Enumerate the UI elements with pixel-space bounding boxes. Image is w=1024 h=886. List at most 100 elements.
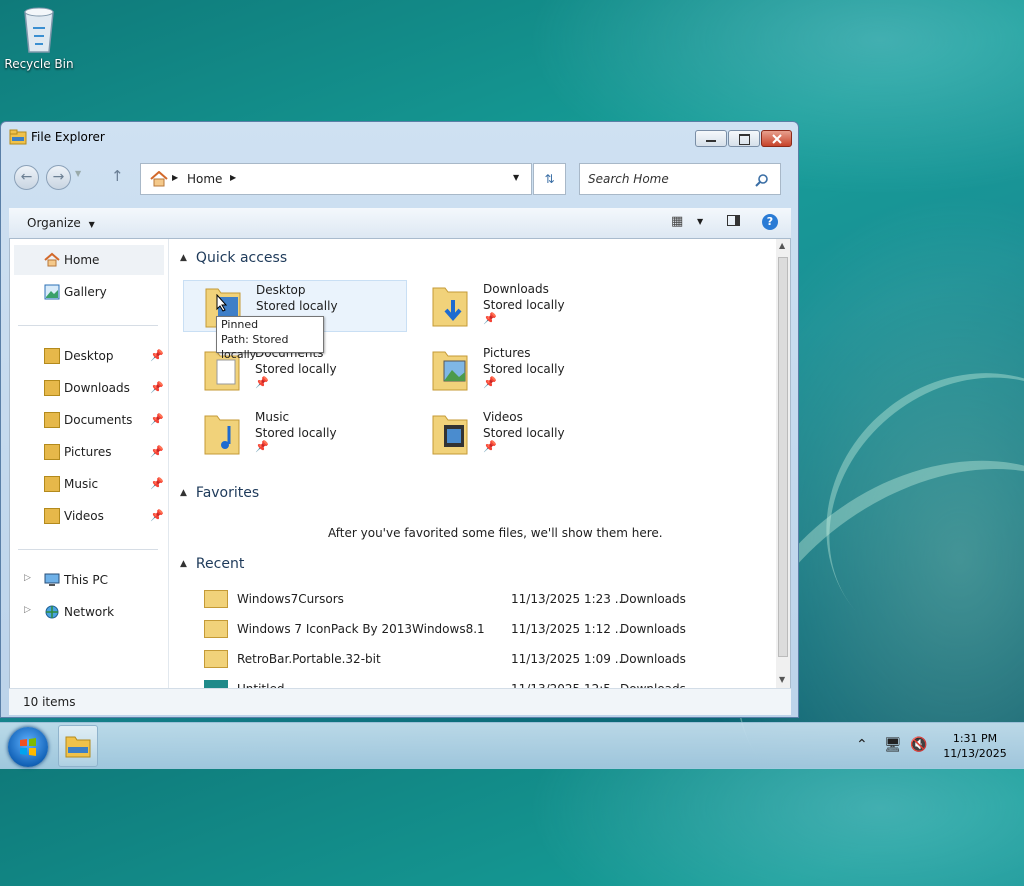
- close-icon: [772, 134, 782, 144]
- sidebar-item-home[interactable]: Home: [14, 245, 164, 275]
- forward-button[interactable]: →: [46, 165, 71, 190]
- breadcrumb-home[interactable]: Home: [187, 172, 222, 186]
- maximize-button[interactable]: [728, 130, 760, 147]
- help-icon[interactable]: ?: [762, 214, 778, 230]
- pin-icon[interactable]: 📌: [150, 477, 164, 491]
- up-arrow-icon[interactable]: ↑: [111, 167, 124, 185]
- pin-icon[interactable]: 📌: [150, 413, 164, 427]
- pin-icon[interactable]: 📌: [150, 349, 164, 363]
- sidebar-item-label: Pictures: [64, 445, 112, 459]
- sidebar-item-this-pc[interactable]: ▷ This PC: [14, 565, 164, 595]
- windows-logo-icon: [20, 738, 36, 756]
- recent-heading: Recent: [195, 556, 245, 572]
- refresh-button[interactable]: ⇅: [533, 163, 566, 195]
- pictures-folder-icon: [44, 444, 60, 460]
- pin-icon: 📌: [483, 440, 497, 453]
- folder-icon: [204, 620, 228, 638]
- recycle-bin-label: Recycle Bin: [4, 57, 74, 71]
- quick-access-music[interactable]: Music Stored locally 📌: [183, 408, 407, 460]
- taskbar-file-explorer[interactable]: [58, 725, 98, 767]
- address-row: ← → ▼ ↑ ▶ Home ▶ ▼ ⇅ Search Home: [1, 156, 798, 196]
- downloads-folder-icon: [44, 380, 60, 396]
- start-button[interactable]: [8, 727, 48, 767]
- scrollbar-thumb[interactable]: [778, 257, 788, 657]
- view-dropdown-icon[interactable]: ▼: [697, 217, 703, 226]
- expand-icon[interactable]: ▷: [24, 573, 31, 583]
- tile-name: Videos: [483, 410, 523, 424]
- scroll-down-icon[interactable]: ▼: [779, 675, 785, 684]
- sidebar-item-label: Gallery: [64, 285, 107, 299]
- home-icon: [44, 252, 60, 267]
- sidebar-item-label: Documents: [64, 413, 133, 427]
- recent-locations-chevron-icon[interactable]: ▼: [75, 169, 81, 178]
- recent-header[interactable]: ▲ Recent: [180, 556, 244, 572]
- close-button[interactable]: [761, 130, 792, 147]
- breadcrumb-chevron-icon[interactable]: ▶: [172, 173, 178, 182]
- search-input[interactable]: Search Home: [588, 172, 669, 186]
- back-arrow-icon: ←: [20, 169, 33, 185]
- recent-date: 11/13/2025 1:23 ...: [511, 592, 627, 606]
- quick-access-videos[interactable]: Videos Stored locally 📌: [411, 408, 635, 460]
- tile-name: Desktop: [256, 283, 306, 297]
- sidebar-item-documents[interactable]: Documents 📌: [14, 405, 164, 435]
- organize-button[interactable]: Organize ▼: [27, 216, 95, 230]
- favorites-heading: Favorites: [195, 485, 260, 501]
- sidebar-item-desktop[interactable]: Desktop 📌: [14, 341, 164, 371]
- sidebar-item-label: Network: [64, 605, 115, 619]
- pin-icon[interactable]: 📌: [150, 381, 164, 395]
- address-dropdown-icon[interactable]: ▼: [513, 173, 519, 182]
- network-status-icon[interactable]: 🖥: [884, 737, 902, 753]
- breadcrumb-chevron-icon[interactable]: ▶: [230, 173, 236, 182]
- sidebar-item-music[interactable]: Music 📌: [14, 469, 164, 499]
- sidebar-item-label: This PC: [64, 573, 108, 587]
- clock-date: 11/13/2025: [943, 747, 1007, 760]
- tile-status: Stored locally: [255, 362, 337, 376]
- videos-folder-icon: [432, 415, 468, 455]
- pictures-folder-icon: [432, 351, 468, 391]
- recycle-bin-shortcut[interactable]: Recycle Bin: [2, 6, 76, 71]
- downloads-folder-icon: [432, 287, 468, 327]
- view-options-icon[interactable]: ▦: [671, 214, 683, 229]
- preview-pane-icon[interactable]: [727, 215, 740, 226]
- quick-access-pictures[interactable]: Pictures Stored locally 📌: [411, 344, 635, 396]
- chevron-down-icon: ▼: [88, 220, 95, 229]
- mouse-cursor-icon: [216, 294, 228, 312]
- documents-folder-icon: [44, 412, 60, 428]
- tile-status: Stored locally: [483, 362, 565, 376]
- sidebar-item-downloads[interactable]: Downloads 📌: [14, 373, 164, 403]
- quick-access-header[interactable]: ▲ Quick access: [180, 250, 287, 266]
- quick-access-downloads[interactable]: Downloads Stored locally 📌: [411, 280, 635, 332]
- title-bar[interactable]: File Explorer: [1, 122, 798, 152]
- show-hidden-icons-chevron-icon[interactable]: ⌃: [856, 737, 868, 753]
- tile-name: Pictures: [483, 346, 531, 360]
- sidebar-item-label: Desktop: [64, 349, 114, 363]
- vertical-scrollbar[interactable]: ▲ ▼: [776, 239, 790, 689]
- minimize-button[interactable]: [695, 130, 727, 147]
- pin-icon: 📌: [255, 376, 269, 389]
- clock[interactable]: 1:31 PM 11/13/2025: [940, 731, 1010, 761]
- sidebar-item-network[interactable]: ▷ Network: [14, 597, 164, 627]
- recent-location: Downloads: [620, 652, 686, 666]
- sidebar-item-gallery[interactable]: Gallery: [14, 277, 164, 307]
- expand-icon[interactable]: ▷: [24, 605, 31, 615]
- content-area: Home Gallery Desktop 📌 Downloads 📌 Docum…: [9, 238, 791, 700]
- table-row[interactable]: RetroBar.Portable.32-bit 11/13/2025 1:09…: [180, 644, 760, 674]
- table-row[interactable]: Windows 7 IconPack By 2013Windows8.1 11/…: [180, 614, 760, 644]
- pin-icon: 📌: [483, 376, 497, 389]
- volume-icon[interactable]: 🔇: [910, 737, 927, 753]
- sidebar-item-label: Downloads: [64, 381, 130, 395]
- recent-date: 11/13/2025 1:12 ...: [511, 622, 627, 636]
- pin-icon[interactable]: 📌: [150, 445, 164, 459]
- search-box[interactable]: Search Home: [579, 163, 781, 195]
- search-icon: [755, 174, 768, 187]
- pin-icon[interactable]: 📌: [150, 509, 164, 523]
- folder-icon: [204, 590, 228, 608]
- address-bar[interactable]: ▶ Home ▶ ▼: [140, 163, 532, 195]
- tooltip-line: Pinned: [221, 318, 259, 331]
- back-button[interactable]: ←: [14, 165, 39, 190]
- sidebar-item-videos[interactable]: Videos 📌: [14, 501, 164, 531]
- scroll-up-icon[interactable]: ▲: [779, 241, 785, 250]
- sidebar-item-pictures[interactable]: Pictures 📌: [14, 437, 164, 467]
- favorites-header[interactable]: ▲ Favorites: [180, 485, 259, 501]
- table-row[interactable]: Windows7Cursors 11/13/2025 1:23 ... Down…: [180, 584, 760, 614]
